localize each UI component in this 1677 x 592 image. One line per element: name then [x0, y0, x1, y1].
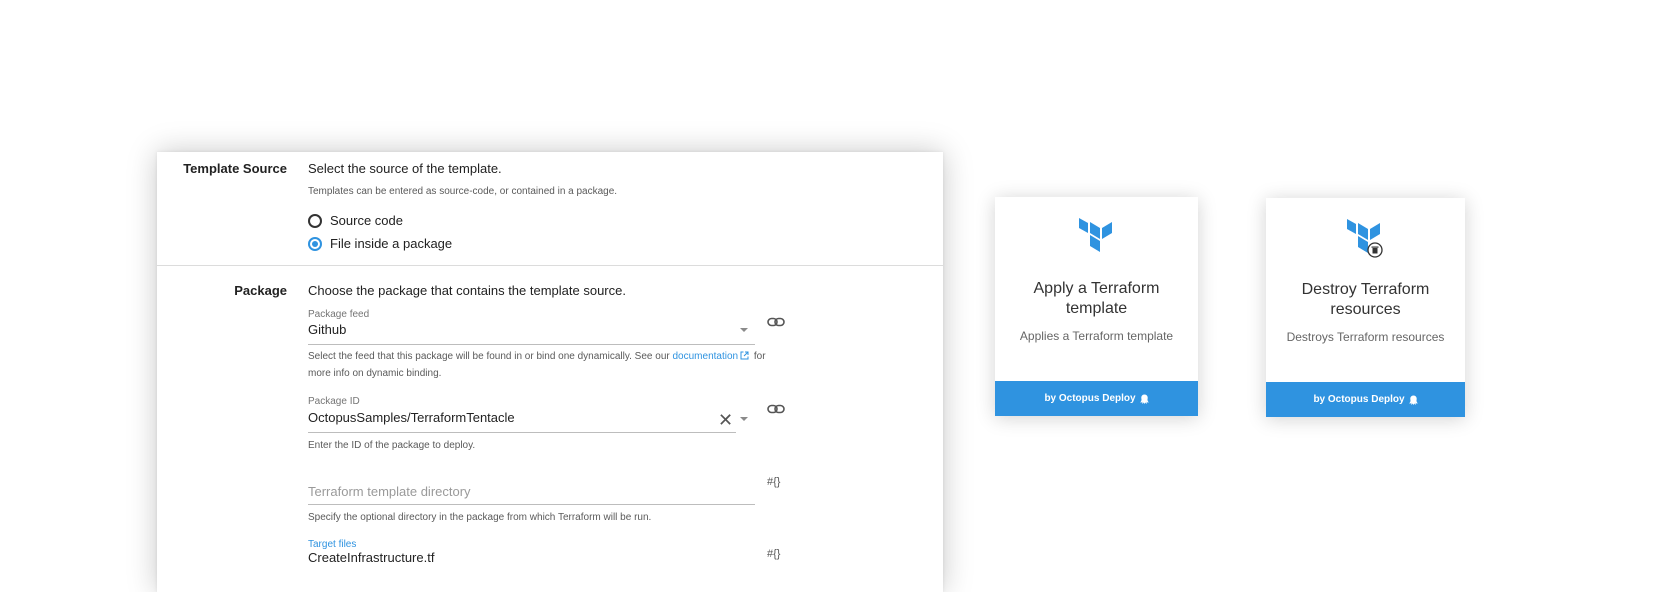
card-apply-terraform-template[interactable]: Apply a Terraform template Applies a Ter…	[995, 197, 1198, 416]
radio-source-code-circle[interactable]	[308, 213, 322, 228]
template-directory-help: Specify the optional directory in the pa…	[308, 512, 652, 523]
chevron-down-icon[interactable]	[740, 328, 748, 332]
card-description: Applies a Terraform template	[1019, 329, 1174, 343]
section-divider	[157, 265, 943, 266]
octopus-icon	[1140, 394, 1149, 404]
radio-file-inside-package-label: File inside a package	[330, 236, 453, 251]
template-source-description: Select the source of the template.	[308, 161, 502, 176]
package-feed-select[interactable]: Github	[308, 322, 346, 337]
card-description: Destroys Terraform resources	[1286, 330, 1445, 344]
chevron-down-icon[interactable]	[740, 417, 748, 421]
documentation-link[interactable]: documentation	[673, 351, 739, 362]
card-title: Apply a Terraform template	[1033, 280, 1160, 317]
external-link-icon	[740, 350, 749, 366]
card-author: by Octopus Deploy	[1044, 393, 1136, 404]
template-source-help: Templates can be entered as source-code,…	[308, 186, 618, 197]
radio-source-code[interactable]: Source code	[308, 213, 403, 228]
package-id-input[interactable]: OctopusSamples/TerraformTentacle	[308, 410, 515, 425]
package-id-help: Enter the ID of the package to deploy.	[308, 440, 476, 451]
card-footer: by Octopus Deploy	[1266, 382, 1465, 417]
package-feed-label: Package feed	[308, 309, 370, 320]
template-directory-input[interactable]: Terraform template directory	[308, 484, 471, 499]
package-feed-help: Select the feed that this package will b…	[308, 349, 788, 382]
package-description: Choose the package that contains the tem…	[308, 283, 626, 298]
package-id-underline	[308, 432, 736, 433]
radio-source-code-label: Source code	[330, 213, 403, 228]
link-icon[interactable]	[767, 317, 785, 330]
terraform-destroy-logo-icon	[1266, 219, 1465, 261]
radio-file-inside-package[interactable]: File inside a package	[308, 236, 452, 251]
package-label: Package	[234, 283, 287, 298]
octopus-icon	[1409, 395, 1418, 405]
target-files-input[interactable]: CreateInfrastructure.tf	[308, 550, 434, 565]
variable-binding-icon[interactable]: #{}	[767, 476, 780, 488]
package-id-label: Package ID	[308, 396, 360, 407]
link-icon[interactable]	[767, 404, 785, 417]
step-settings-panel: Template Source Select the source of the…	[157, 152, 943, 592]
card-title: Destroy Terraform resources	[1301, 281, 1430, 318]
package-feed-help-text: Select the feed that this package will b…	[308, 351, 670, 362]
radio-file-inside-package-circle[interactable]	[308, 236, 322, 251]
card-author: by Octopus Deploy	[1313, 394, 1405, 405]
template-source-label: Template Source	[183, 161, 287, 176]
terraform-logo-icon	[995, 218, 1198, 258]
card-footer: by Octopus Deploy	[995, 381, 1198, 416]
template-directory-underline	[308, 504, 755, 505]
variable-binding-icon[interactable]: #{}	[767, 548, 780, 560]
package-feed-underline	[308, 344, 755, 345]
target-files-label: Target files	[308, 539, 357, 550]
card-destroy-terraform-resources[interactable]: Destroy Terraform resources Destroys Ter…	[1266, 198, 1465, 417]
clear-icon[interactable]: ✕	[718, 411, 733, 429]
